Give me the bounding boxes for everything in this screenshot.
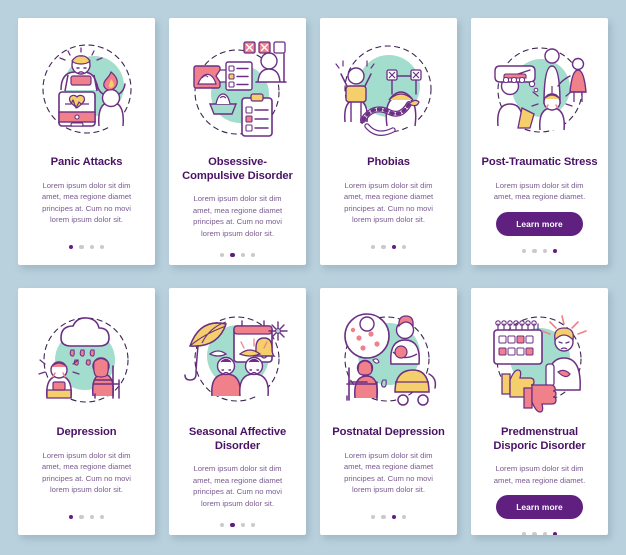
pagination-dot[interactable] bbox=[542, 532, 547, 535]
card-description: Lorem ipsum dolor sit dim amet, mea regi… bbox=[41, 180, 132, 225]
pagination-dots[interactable] bbox=[219, 522, 256, 527]
phobias-illustration bbox=[333, 34, 445, 146]
pagination-dot[interactable] bbox=[240, 252, 245, 257]
pagination-dot-active[interactable] bbox=[68, 514, 74, 519]
pagination-dot[interactable] bbox=[99, 514, 105, 519]
card-description: Lorem ipsum dolor sit dim amet, mea regi… bbox=[41, 450, 132, 495]
pagination-dot-active[interactable] bbox=[552, 248, 558, 254]
screen-card-postnatal-depression[interactable]: Postnatal Depression Lorem ipsum dolor si… bbox=[320, 288, 457, 535]
pagination-dot[interactable] bbox=[521, 248, 527, 254]
card-title: Panic Attacks bbox=[50, 156, 123, 168]
card-description: Lorem ipsum dolor sit dim amet, mea regi… bbox=[343, 180, 434, 225]
seasonal-affective-disorder-illustration bbox=[182, 304, 294, 416]
pagination-dot-active[interactable] bbox=[391, 244, 396, 249]
card-description: Lorem ipsum dolor sit dim amet, mea regi… bbox=[192, 464, 283, 508]
card-body: Seasonal Affective Disorder Lorem ipsum d… bbox=[177, 416, 298, 531]
screen-card-depression[interactable]: Depression Lorem ipsum dolor sit dim amet… bbox=[18, 288, 155, 535]
screen-card-panic-attacks[interactable]: Panic Attacks Lorem ipsum dolor sit dim a… bbox=[18, 18, 155, 265]
predmenstrual-disporic-disorder-illustration bbox=[484, 304, 596, 416]
pagination-dot-active[interactable] bbox=[391, 514, 396, 519]
pagination-dots[interactable] bbox=[68, 514, 105, 519]
card-description: Lorem ipsum dolor sit dim amet, mea regi… bbox=[493, 464, 586, 485]
card-body: Obsessive-Compulsive Disorder Lorem ipsum… bbox=[177, 146, 298, 261]
card-body: Panic Attacks Lorem ipsum dolor sit dim a… bbox=[26, 146, 147, 253]
pagination-dot[interactable] bbox=[370, 244, 376, 249]
pagination-dot-active[interactable] bbox=[230, 522, 235, 527]
learn-more-button[interactable]: Learn more bbox=[496, 211, 583, 236]
depression-illustration bbox=[31, 304, 143, 416]
pagination-dot[interactable] bbox=[381, 514, 386, 519]
pagination-dot[interactable] bbox=[79, 514, 84, 519]
pagination-dots[interactable] bbox=[370, 514, 407, 519]
card-title: Post-Traumatic Stress bbox=[481, 156, 598, 168]
card-body: Predmenstrual Disporic Disorder Lorem ips… bbox=[479, 416, 600, 535]
pagination-dot[interactable] bbox=[79, 244, 84, 249]
pagination-dots[interactable] bbox=[521, 532, 558, 535]
screen-card-phobias[interactable]: Phobias Lorem ipsum dolor sit dim amet, m… bbox=[320, 18, 457, 265]
pagination-dot[interactable] bbox=[401, 514, 407, 519]
card-description: Lorem ipsum dolor sit dim amet, mea regi… bbox=[192, 194, 283, 238]
card-title: Depression bbox=[56, 426, 117, 438]
pagination-dot[interactable] bbox=[89, 514, 94, 519]
pagination-dot[interactable] bbox=[250, 522, 256, 527]
pagination-dot[interactable] bbox=[381, 244, 386, 249]
pagination-dot[interactable] bbox=[521, 532, 527, 535]
pagination-dots[interactable] bbox=[521, 248, 558, 254]
screen-card-seasonal-affective-disorder[interactable]: Seasonal Affective Disorder Lorem ipsum d… bbox=[169, 288, 306, 535]
pagination-dot[interactable] bbox=[532, 248, 537, 254]
pagination-dots[interactable] bbox=[219, 252, 256, 257]
screen-card-post-traumatic-stress[interactable]: Post-Traumatic Stress Lorem ipsum dolor s… bbox=[471, 18, 608, 265]
pagination-dot[interactable] bbox=[240, 522, 245, 527]
pagination-dot[interactable] bbox=[89, 244, 94, 249]
card-body: Post-Traumatic Stress Lorem ipsum dolor s… bbox=[479, 146, 600, 257]
pagination-dots[interactable] bbox=[68, 244, 105, 249]
pagination-dots[interactable] bbox=[370, 244, 407, 249]
card-body: Depression Lorem ipsum dolor sit dim amet… bbox=[26, 416, 147, 523]
card-title: Seasonal Affective Disorder bbox=[188, 426, 287, 452]
pagination-dot[interactable] bbox=[401, 244, 407, 249]
pagination-dot-active[interactable] bbox=[68, 244, 74, 249]
pagination-dot[interactable] bbox=[219, 252, 225, 257]
pagination-dot[interactable] bbox=[370, 514, 376, 519]
pagination-dot[interactable] bbox=[99, 244, 105, 249]
card-body: Postnatal Depression Lorem ipsum dolor si… bbox=[328, 416, 449, 523]
card-title: Obsessive-Compulsive Disorder bbox=[182, 156, 293, 182]
screen-card-predmenstrual-disporic-disorder[interactable]: Predmenstrual Disporic Disorder Lorem ips… bbox=[471, 288, 608, 535]
learn-more-button[interactable]: Learn more bbox=[496, 495, 583, 520]
screen-card-obsessive-compulsive-disorder[interactable]: Obsessive-Compulsive Disorder Lorem ipsum… bbox=[169, 18, 306, 265]
card-title: Predmenstrual Disporic Disorder bbox=[493, 426, 586, 452]
pagination-dot-active[interactable] bbox=[230, 252, 235, 257]
card-body: Phobias Lorem ipsum dolor sit dim amet, m… bbox=[328, 146, 449, 253]
pagination-dot[interactable] bbox=[532, 532, 537, 535]
card-title: Phobias bbox=[367, 156, 410, 168]
card-title: Postnatal Depression bbox=[332, 426, 445, 438]
card-description: Lorem ipsum dolor sit dim amet, mea regi… bbox=[493, 180, 586, 202]
panic-attacks-illustration bbox=[31, 34, 143, 146]
postnatal-depression-illustration bbox=[333, 304, 445, 416]
onboarding-screens-sheet: Panic Attacks Lorem ipsum dolor sit dim a… bbox=[0, 0, 626, 555]
card-description: Lorem ipsum dolor sit dim amet, mea regi… bbox=[343, 450, 434, 495]
obsessive-compulsive-disorder-illustration bbox=[182, 34, 294, 146]
pagination-dot[interactable] bbox=[219, 522, 225, 527]
screens-grid: Panic Attacks Lorem ipsum dolor sit dim a… bbox=[0, 0, 626, 555]
pagination-dot[interactable] bbox=[542, 248, 547, 254]
pagination-dot-active[interactable] bbox=[552, 532, 558, 535]
pagination-dot[interactable] bbox=[250, 252, 256, 257]
post-traumatic-stress-illustration bbox=[484, 34, 596, 146]
